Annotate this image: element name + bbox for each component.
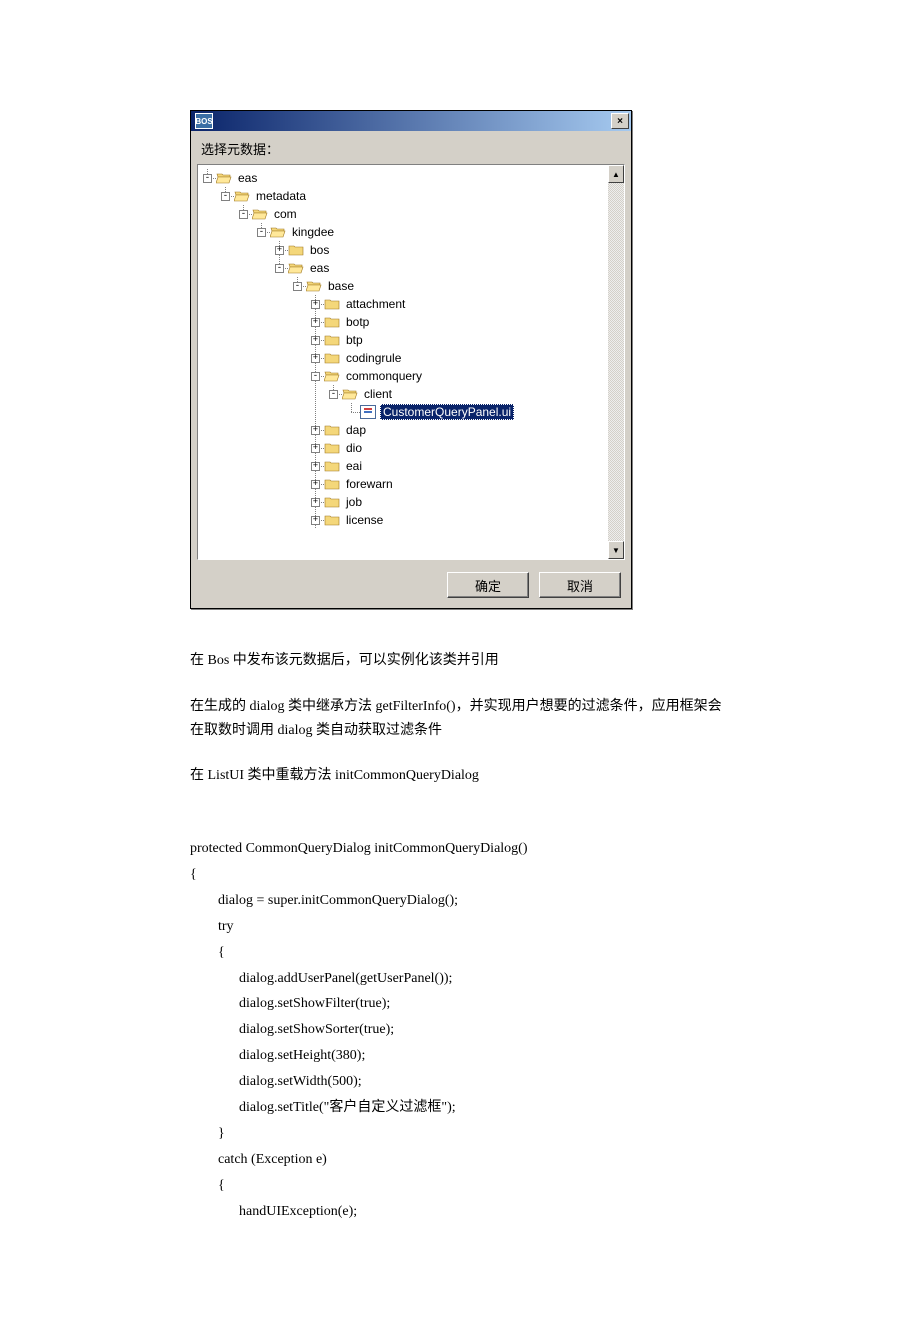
code-line: {	[190, 867, 197, 882]
expander-icon[interactable]: -	[329, 390, 338, 399]
code-line: protected CommonQueryDialog initCommonQu…	[190, 841, 528, 856]
app-icon: BOS	[195, 113, 213, 129]
folder-closed-icon	[324, 297, 340, 311]
tree-node-base[interactable]: base	[326, 279, 356, 293]
code-line: catch (Exception e)	[190, 1152, 327, 1167]
folder-closed-icon	[324, 459, 340, 473]
folder-open-icon	[270, 225, 286, 239]
ui-file-icon	[360, 405, 376, 419]
expander-icon[interactable]: +	[311, 300, 320, 309]
folder-open-icon	[216, 171, 232, 185]
tree-node-botp[interactable]: botp	[344, 315, 371, 329]
expander-icon[interactable]: +	[311, 336, 320, 345]
expander-icon[interactable]: +	[311, 498, 320, 507]
folder-closed-icon	[324, 513, 340, 527]
tree-node-license[interactable]: license	[344, 513, 385, 527]
ok-button[interactable]: 确定	[447, 572, 529, 598]
tree-node-com[interactable]: com	[272, 207, 299, 221]
folder-open-icon	[306, 279, 322, 293]
folder-closed-icon	[324, 351, 340, 365]
tree-node-dio[interactable]: dio	[344, 441, 364, 455]
scroll-up-icon[interactable]: ▲	[608, 165, 624, 183]
close-icon[interactable]: ×	[611, 113, 629, 129]
folder-closed-icon	[324, 441, 340, 455]
expander-icon[interactable]: -	[311, 372, 320, 381]
expander-icon[interactable]: -	[293, 282, 302, 291]
code-line: try	[190, 919, 234, 934]
expander-icon[interactable]: +	[311, 462, 320, 471]
code-line: dialog.setShowFilter(true);	[190, 996, 390, 1011]
expander-icon[interactable]: -	[221, 192, 230, 201]
cancel-button[interactable]: 取消	[539, 572, 621, 598]
code-line: dialog.setTitle("客户自定义过滤框");	[190, 1100, 456, 1115]
tree-node-bos[interactable]: bos	[308, 243, 331, 257]
tree-node-eas[interactable]: eas	[236, 171, 259, 185]
expander-icon[interactable]: +	[311, 480, 320, 489]
folder-open-icon	[252, 207, 268, 221]
code-line: dialog.addUserPanel(getUserPanel());	[190, 971, 452, 986]
code-line: dialog.setHeight(380);	[190, 1048, 365, 1063]
tree-node-attachment[interactable]: attachment	[344, 297, 407, 311]
tree-node-kingdee[interactable]: kingdee	[290, 225, 336, 239]
code-line: }	[190, 1126, 225, 1141]
dialog-prompt: 选择元数据：	[191, 131, 631, 164]
expander-icon[interactable]: +	[311, 318, 320, 327]
code-line: handUIException(e);	[190, 1204, 357, 1219]
paragraph-2: 在生成的 dialog 类中继承方法 getFilterInfo()，并实现用户…	[190, 695, 730, 743]
code-line: dialog.setWidth(500);	[190, 1074, 362, 1089]
paragraph-1: 在 Bos 中发布该元数据后，可以实例化该类并引用	[190, 649, 730, 673]
expander-icon[interactable]: +	[311, 516, 320, 525]
tree-node-metadata[interactable]: metadata	[254, 189, 308, 203]
tree-node-codingrule[interactable]: codingrule	[344, 351, 403, 365]
code-line: {	[190, 945, 225, 960]
code-block: protected CommonQueryDialog initCommonQu…	[190, 810, 730, 1250]
tree-node-dap[interactable]: dap	[344, 423, 368, 437]
folder-open-icon	[342, 387, 358, 401]
folder-closed-icon	[324, 495, 340, 509]
folder-open-icon	[324, 369, 340, 383]
tree-node-client[interactable]: client	[362, 387, 394, 401]
tree-node-commonquery[interactable]: commonquery	[344, 369, 424, 383]
tree-view[interactable]: - eas - metadata	[198, 165, 607, 559]
tree-node-job[interactable]: job	[344, 495, 364, 509]
folder-closed-icon	[324, 315, 340, 329]
folder-closed-icon	[288, 243, 304, 257]
expander-icon[interactable]: -	[239, 210, 248, 219]
tree-node-selected-file[interactable]: CustomerQueryPanel.ui	[380, 404, 514, 420]
code-line: dialog = super.initCommonQueryDialog();	[190, 893, 458, 908]
tree-node-forewarn[interactable]: forewarn	[344, 477, 395, 491]
tree-node-eas2[interactable]: eas	[308, 261, 331, 275]
expander-icon[interactable]: +	[311, 354, 320, 363]
folder-closed-icon	[324, 333, 340, 347]
metadata-dialog: BOS × 选择元数据： - eas	[190, 110, 632, 609]
folder-closed-icon	[324, 423, 340, 437]
code-line: {	[190, 1178, 225, 1193]
expander-icon[interactable]: -	[257, 228, 266, 237]
title-bar[interactable]: BOS ×	[191, 111, 631, 131]
paragraph-3: 在 ListUI 类中重载方法 initCommonQueryDialog	[190, 764, 730, 788]
folder-closed-icon	[324, 477, 340, 491]
expander-icon[interactable]: -	[275, 264, 284, 273]
expander-icon[interactable]: -	[203, 174, 212, 183]
expander-icon[interactable]: +	[275, 246, 284, 255]
tree-node-btp[interactable]: btp	[344, 333, 365, 347]
vertical-scrollbar[interactable]: ▲ ▼	[607, 165, 624, 559]
folder-open-icon	[288, 261, 304, 275]
scroll-down-icon[interactable]: ▼	[608, 541, 624, 559]
folder-open-icon	[234, 189, 250, 203]
code-line: dialog.setShowSorter(true);	[190, 1022, 394, 1037]
tree-node-eai[interactable]: eai	[344, 459, 364, 473]
expander-icon[interactable]: +	[311, 444, 320, 453]
scroll-track[interactable]	[608, 183, 624, 541]
expander-icon[interactable]: +	[311, 426, 320, 435]
